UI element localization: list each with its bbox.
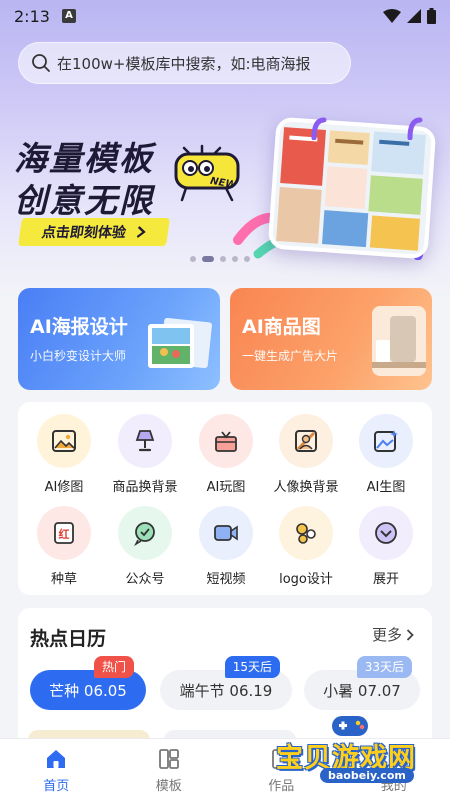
tool-portrait-background[interactable]: 人像换背景 — [266, 414, 346, 495]
calendar-chip-mangzhong[interactable]: 芒种 06.05 热门 — [30, 656, 146, 710]
tool-product-background[interactable]: 商品换背景 — [105, 414, 185, 495]
nav-templates-label: 模板 — [155, 779, 182, 794]
tool-label: 公众号 — [125, 572, 165, 587]
quick-tools-panel: AI修图 商品换背景 AI玩图 人像换背景 AI生图 红 种草 公众号 短视频 … — [18, 402, 432, 595]
banner-cta-button[interactable]: 点击即刻体验 — [18, 218, 170, 246]
wifi-icon — [383, 9, 401, 23]
tool-seeding[interactable]: 红 种草 — [24, 506, 104, 587]
countdown-badge: 15天后 — [224, 656, 280, 678]
tool-short-video[interactable]: 短视频 — [186, 506, 266, 587]
hot-calendar-title: 热点日历 — [30, 628, 107, 650]
calendar-chip-xiaoshu[interactable]: 小暑 07.07 33天后 — [304, 656, 420, 710]
more-label: 更多 — [371, 626, 402, 644]
nav-home-label: 首页 — [43, 779, 70, 794]
calendar-chip-duanwu[interactable]: 端午节 06.19 15天后 — [160, 656, 292, 710]
carousel-dot[interactable] — [244, 256, 250, 262]
notification-a-icon: A — [61, 9, 76, 23]
banner-cta-label: 点击即刻体验 — [40, 225, 127, 241]
tool-ai-play[interactable]: AI玩图 — [186, 414, 266, 495]
tool-ai-retouch[interactable]: AI修图 — [24, 414, 104, 495]
red-note-icon: 红 — [37, 506, 91, 560]
carousel-dot[interactable] — [232, 256, 238, 262]
tool-label: 短视频 — [206, 572, 246, 587]
chat-bubble-icon — [118, 506, 172, 560]
chevron-right-icon — [136, 226, 146, 238]
tool-label: AI玩图 — [206, 480, 246, 495]
ai-product-image-card[interactable]: AI商品图 一键生成广告大片 — [230, 288, 432, 390]
tool-official-account[interactable]: 公众号 — [105, 506, 185, 587]
hot-badge: 热门 — [93, 656, 134, 678]
search-icon — [32, 54, 50, 72]
carousel-dot[interactable] — [220, 256, 226, 262]
search-placeholder: 在100w+模板库中搜索，如:电商海报 — [57, 54, 311, 73]
carousel-dot-active[interactable] — [202, 256, 214, 262]
nav-home[interactable]: 首页 — [0, 739, 113, 800]
tool-label: AI生图 — [366, 480, 406, 495]
carousel-dot[interactable] — [190, 256, 196, 262]
more-link[interactable]: 更多 — [372, 624, 414, 645]
tool-ai-generate[interactable]: AI生图 — [346, 414, 426, 495]
status-bar: 2:13 A — [0, 0, 450, 32]
portrait-icon — [279, 414, 333, 468]
svg-text:红: 红 — [59, 527, 70, 541]
calendar-chip-label: 小暑 07.07 — [323, 681, 401, 700]
expand-icon — [359, 506, 413, 560]
status-indicators — [383, 8, 436, 24]
lamp-icon — [118, 414, 172, 468]
gamepad-icon — [332, 716, 368, 736]
template-grid-icon — [158, 749, 179, 769]
promo-banner[interactable]: 海量模板 创意无限 NEW 点击即刻体验 — [0, 110, 450, 260]
site-watermark: 宝贝游戏网 baobeiy.com — [268, 712, 440, 788]
home-icon — [47, 750, 66, 768]
tool-label: 种草 — [50, 572, 77, 587]
product-preview-icon — [372, 306, 426, 376]
banner-title-line2: 创意无限 — [14, 181, 154, 220]
ai-poster-design-card[interactable]: AI海报设计 小白秒变设计大师 — [18, 288, 220, 390]
chevron-right-icon — [406, 628, 414, 641]
search-bar[interactable]: 在100w+模板库中搜索，如:电商海报 — [18, 42, 351, 84]
ai-image-icon — [359, 414, 413, 468]
banner-title-line1: 海量模板 — [14, 139, 154, 178]
banner-carousel-dots[interactable] — [190, 256, 250, 262]
signal-icon — [407, 9, 421, 23]
tool-label: AI修图 — [44, 480, 84, 495]
banner-title: 海量模板 创意无限 — [14, 138, 154, 222]
image-edit-icon — [37, 414, 91, 468]
tool-label: 人像换背景 — [273, 480, 339, 495]
poster-preview-icon — [148, 318, 212, 369]
status-time: 2:13 — [14, 6, 50, 26]
calendar-chip-label: 端午节 06.19 — [179, 681, 273, 700]
tool-logo-design[interactable]: logo设计 — [266, 506, 346, 587]
binder-ring-decoration — [311, 117, 423, 140]
tool-label: logo设计 — [279, 572, 333, 587]
video-camera-icon — [199, 506, 253, 560]
tool-label: 商品换背景 — [112, 480, 178, 495]
watermark-url: baobeiy.com — [320, 768, 414, 783]
gift-box-icon — [199, 414, 253, 468]
tool-expand[interactable]: 展开 — [346, 506, 426, 587]
shapes-icon — [279, 506, 333, 560]
tool-label: 展开 — [372, 572, 399, 587]
battery-icon — [427, 8, 436, 24]
countdown-badge: 33天后 — [356, 656, 412, 678]
nav-templates[interactable]: 模板 — [113, 739, 226, 800]
calendar-chip-label: 芒种 06.05 — [49, 681, 127, 700]
